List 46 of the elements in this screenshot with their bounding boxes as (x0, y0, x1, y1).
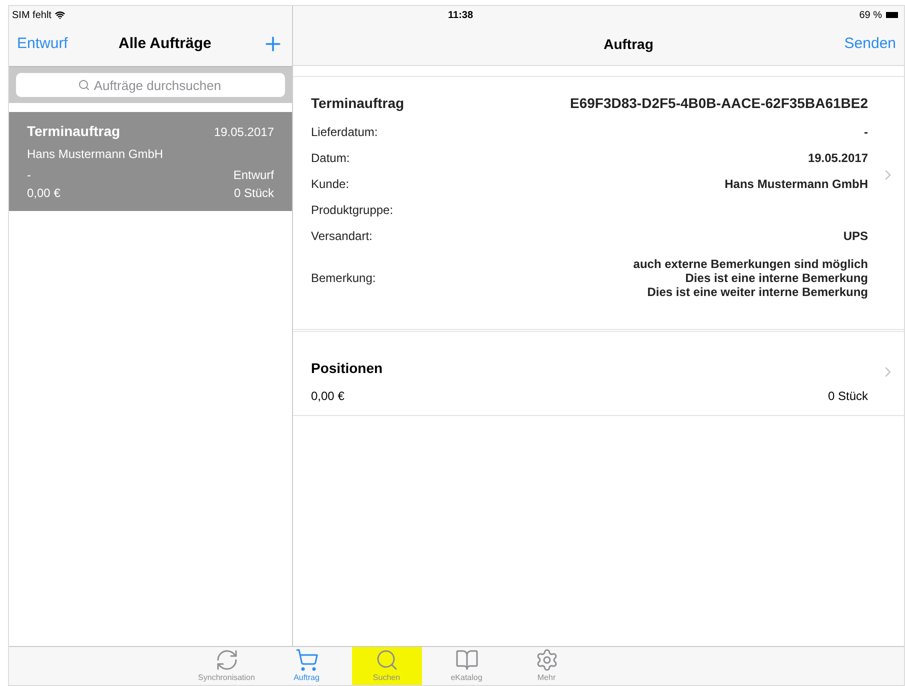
search-field[interactable]: Aufträge durchsuchen (16, 73, 285, 97)
field-value: auch externe Bemerkungen sind möglich Dies ist eine interne Bemerkung Dies ist eine weiter interne Bemerkung (633, 257, 868, 299)
positions-total: 0,00 € (311, 388, 344, 405)
tab-bar-item[interactable]: Synchronisation (192, 647, 262, 685)
field-value: UPS (843, 229, 868, 243)
positions-title: Positionen (311, 359, 384, 378)
gear-icon (534, 648, 558, 672)
field-label: Produktgruppe: (311, 202, 394, 219)
cart-icon (294, 648, 318, 672)
order-customer: Hans Mustermann GmbH (27, 146, 164, 163)
field-label: Bemerkung: (311, 270, 376, 287)
field-value: 19.05.2017 (808, 151, 868, 165)
order-type: Terminauftrag (311, 94, 404, 113)
draft-button[interactable]: Entwurf (17, 32, 68, 56)
positions-quantity: 0 Stück (828, 388, 868, 405)
field-label: Kunde: (311, 176, 350, 193)
order-quantity: 0 Stück (234, 185, 274, 202)
carrier-text: SIM fehlt (12, 8, 52, 22)
order-status: Entwurf (233, 167, 274, 184)
order-id: E69F3D83-D2F5-4B0B-AACE-62F35BA61BE2 (570, 94, 868, 113)
clock-text: 11:38 (448, 8, 474, 22)
field-label: Datum: (311, 150, 350, 167)
positions-section[interactable]: Positionen 0,00 € 0 Stück (293, 332, 904, 416)
battery-icon (886, 12, 898, 18)
field-label: Lieferdatum: (311, 124, 378, 141)
order-title: Terminauftrag (27, 122, 120, 141)
list-title: Alle Aufträge (118, 34, 212, 54)
detail-title: Auftrag (604, 34, 654, 54)
field-value: Hans Mustermann GmbH (724, 177, 868, 191)
search-icon (374, 648, 398, 672)
order-date: 19.05.2017 (214, 124, 274, 141)
book-icon (454, 648, 478, 672)
order-list-item[interactable]: Terminauftrag 19.05.2017 Hans Mustermann GmbH - Entwurf 0,00 € 0 Stück (9, 112, 292, 211)
order-delivery: - (27, 167, 31, 184)
wifi-icon (55, 10, 66, 20)
tab-bar-item[interactable]: Auftrag (272, 647, 342, 685)
search-icon (78, 79, 90, 91)
sync-icon (214, 648, 238, 672)
battery-text: 69 % (859, 8, 882, 22)
tab-bar-item[interactable]: Suchen (352, 647, 422, 685)
tab-bar-item[interactable]: Mehr (512, 647, 582, 685)
order-total: 0,00 € (27, 185, 60, 202)
field-value: - (864, 125, 868, 139)
send-button[interactable]: Senden (844, 32, 896, 56)
tab-bar-item[interactable]: eKatalog (432, 647, 502, 685)
field-label: Versandart: (311, 228, 372, 245)
